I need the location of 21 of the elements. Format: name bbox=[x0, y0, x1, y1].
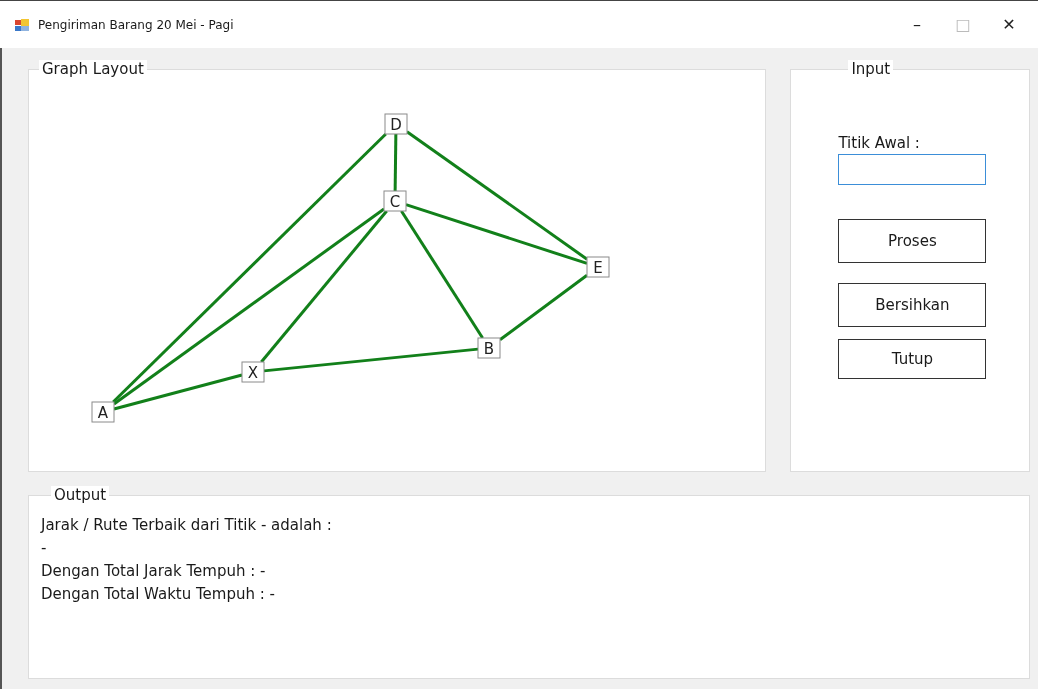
output-text: Dengan Total Waktu Tempuh : - bbox=[41, 584, 275, 605]
field-label: Titik Awal : bbox=[838, 134, 920, 152]
graph-node: X bbox=[241, 361, 265, 383]
action-button[interactable]: Proses bbox=[838, 219, 987, 263]
group-title: Input bbox=[848, 60, 894, 78]
group-title: Graph Layout bbox=[39, 60, 147, 78]
output-text: Dengan Total Jarak Tempuh : - bbox=[41, 561, 266, 582]
input-field[interactable] bbox=[838, 154, 987, 185]
graph-node: A bbox=[91, 401, 115, 423]
output-text: Jarak / Rute Terbaik dari Titik - adalah : bbox=[41, 515, 332, 536]
graph-edge bbox=[393, 133, 398, 192]
output-text: - bbox=[41, 538, 47, 559]
action-button[interactable]: Bersihkan bbox=[838, 283, 987, 327]
graph-node: D bbox=[384, 113, 408, 135]
graph-node: E bbox=[586, 256, 610, 278]
action-button[interactable]: Tutup bbox=[838, 339, 987, 379]
graph-node: C bbox=[383, 190, 407, 212]
app-icon bbox=[14, 16, 30, 33]
graph-node: B bbox=[477, 337, 501, 359]
window-title: Pengiriman Barang 20 Mei - Pagi bbox=[38, 17, 234, 32]
group-title: Output bbox=[51, 486, 110, 504]
